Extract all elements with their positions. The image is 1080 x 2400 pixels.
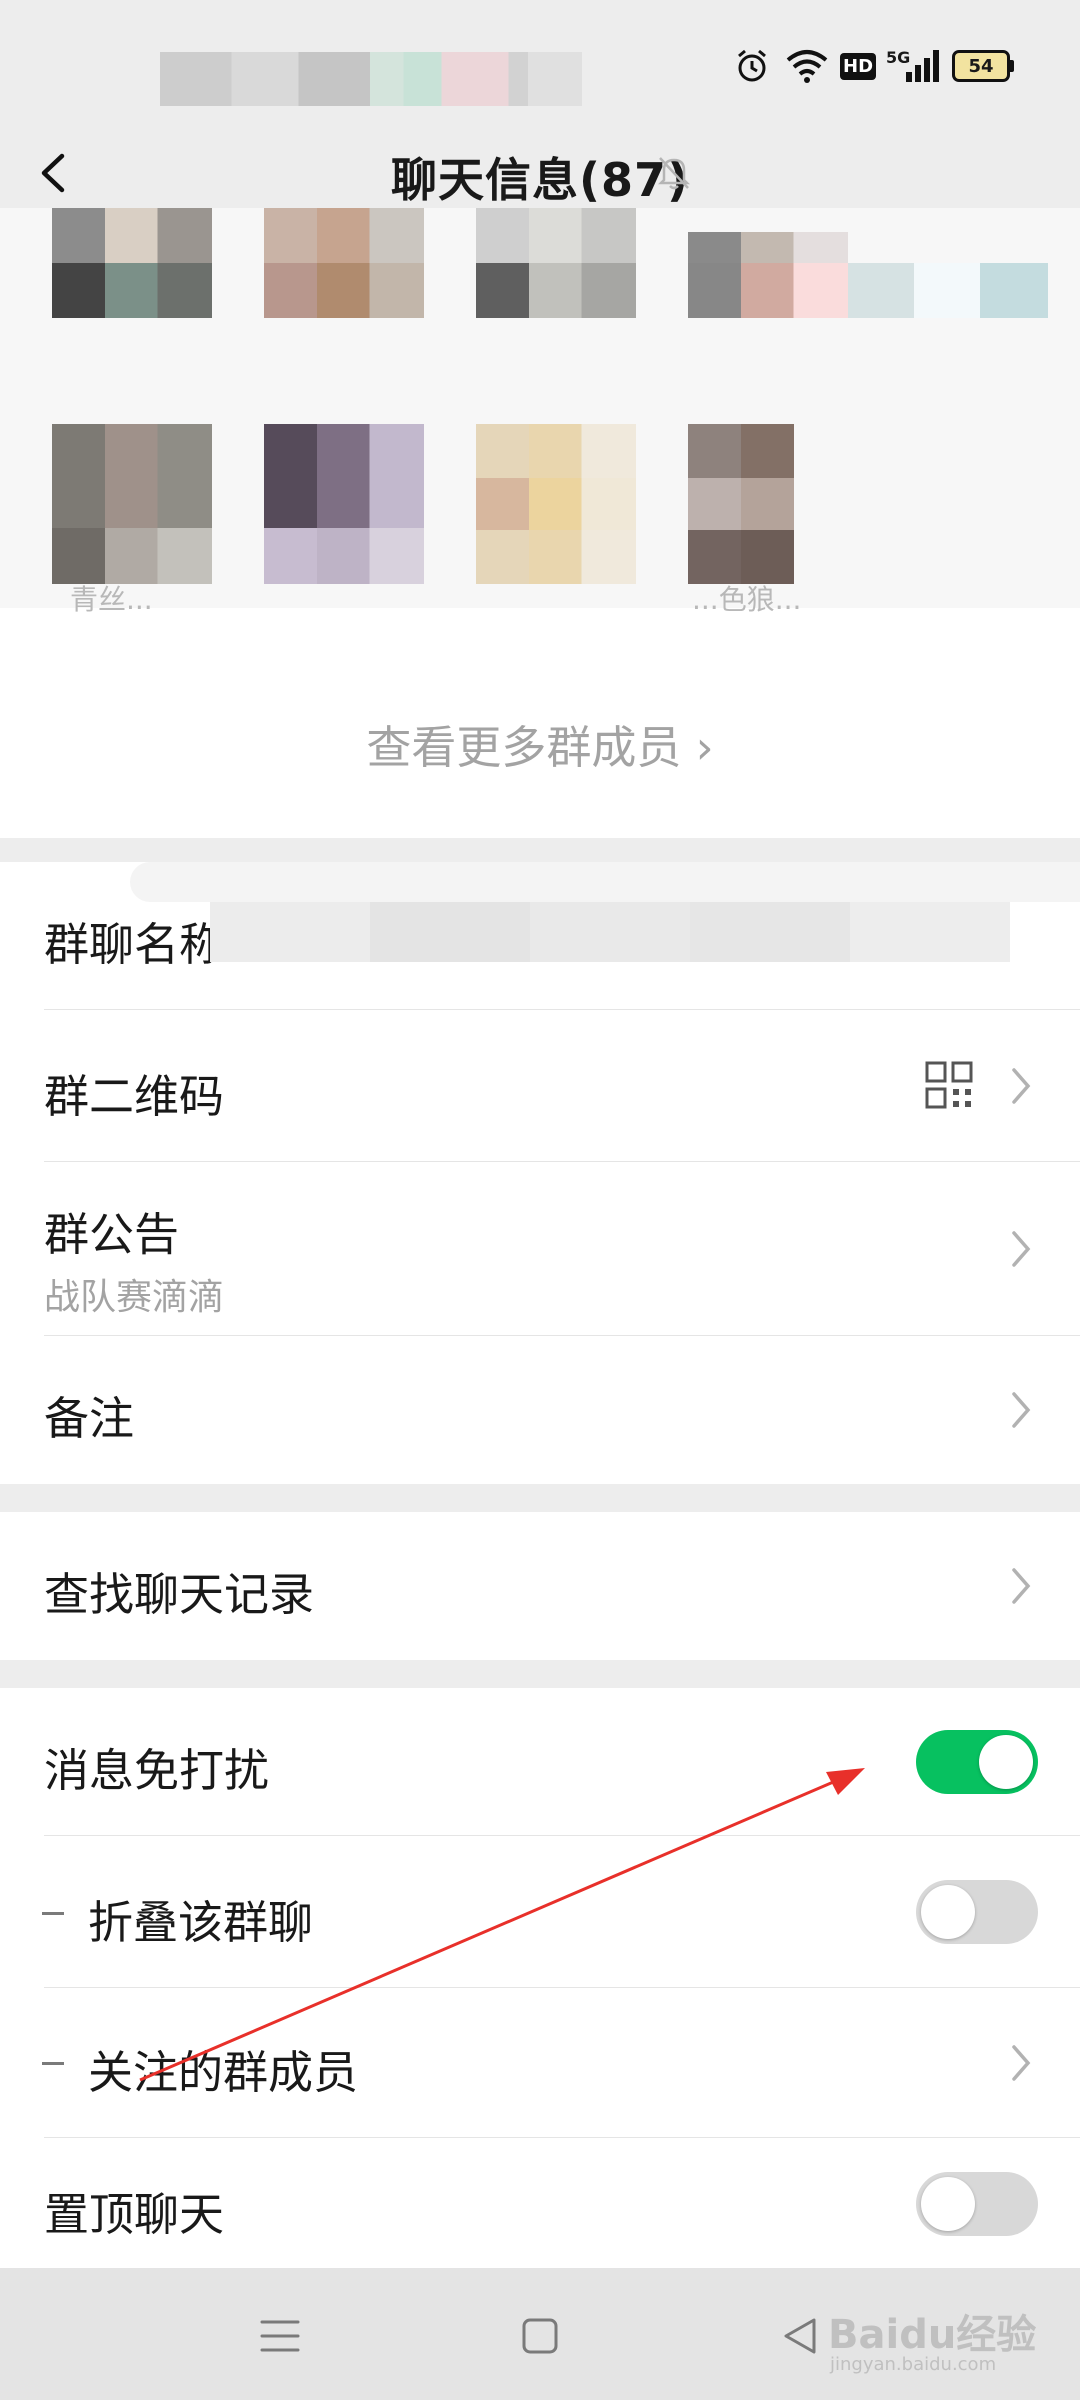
group-notice-label: 群公告 bbox=[44, 1208, 180, 1261]
group-notice-value: 战队赛滴滴 bbox=[44, 1277, 225, 1318]
wifi-icon bbox=[782, 44, 832, 88]
group-name-row[interactable]: 群聊名称 bbox=[0, 862, 1080, 1010]
chevron-right-icon bbox=[1012, 1568, 1031, 1604]
battery-icon: 54 bbox=[952, 44, 1014, 88]
cellular-signal-icon: 5G bbox=[886, 44, 942, 88]
status-bar: HD 5G 54 bbox=[0, 0, 1080, 130]
chevron-right-icon bbox=[1012, 1231, 1031, 1267]
fold-chat-label: 折叠该群聊 bbox=[88, 1896, 314, 1949]
view-more-members-link[interactable]: 查看更多群成员 › bbox=[0, 711, 1080, 781]
group-name-value-blurred bbox=[210, 902, 1010, 962]
blurred-carrier-info bbox=[160, 52, 580, 106]
group-members-panel: 青丝... ...色狼... 查看更多群成员 › bbox=[0, 208, 1080, 838]
muted-bell-icon bbox=[652, 150, 696, 194]
settings-group-search: 查找聊天记录 bbox=[0, 1512, 1080, 1660]
system-navigation-bar: Baidu经验 jingyan.baidu.com bbox=[0, 2268, 1080, 2400]
chevron-right-icon bbox=[1012, 1068, 1031, 1104]
chevron-right-icon bbox=[1012, 1392, 1031, 1428]
chevron-right-icon bbox=[1012, 2045, 1031, 2081]
menu-icon[interactable] bbox=[250, 2306, 310, 2366]
group-notice-row[interactable]: 群公告 战队赛滴滴 bbox=[0, 1162, 1080, 1336]
group-name-label: 群聊名称 bbox=[44, 918, 225, 971]
watermark-logo: Baidu经验 bbox=[828, 2312, 1037, 2358]
group-qr-code-label: 群二维码 bbox=[44, 1070, 225, 1123]
pin-chat-toggle[interactable] bbox=[916, 2172, 1038, 2236]
group-qr-code-row[interactable]: 群二维码 bbox=[0, 1010, 1080, 1162]
page-title: 聊天信息(87) bbox=[390, 153, 690, 207]
followed-members-row[interactable]: 关注的群成员 bbox=[0, 1988, 1080, 2138]
watermark-url: jingyan.baidu.com bbox=[830, 2354, 997, 2375]
nav-bar: 聊天信息(87) bbox=[0, 120, 1080, 220]
fold-chat-row: 折叠该群聊 bbox=[0, 1836, 1080, 1988]
settings-group-info: 群聊名称 群二维码 群公告 战队赛滴滴 备注 bbox=[0, 862, 1080, 1484]
alarm-icon bbox=[730, 44, 774, 88]
mute-notifications-row: 消息免打扰 bbox=[0, 1688, 1080, 1836]
hd-icon: HD bbox=[840, 44, 877, 88]
remark-label: 备注 bbox=[44, 1392, 135, 1445]
member-name-blurred: 青丝... bbox=[70, 583, 153, 616]
qr-code-icon bbox=[925, 1061, 973, 1109]
pin-chat-label: 置顶聊天 bbox=[44, 2188, 225, 2241]
search-chat-history-label: 查找聊天记录 bbox=[44, 1568, 315, 1621]
member-name-blurred: ...色狼... bbox=[692, 583, 802, 616]
followed-members-label: 关注的群成员 bbox=[88, 2046, 359, 2099]
search-chat-history-row[interactable]: 查找聊天记录 bbox=[0, 1512, 1080, 1660]
fold-chat-toggle[interactable] bbox=[916, 1880, 1038, 1944]
settings-group-notifications: 消息免打扰 折叠该群聊 关注的群成员 置顶聊天 bbox=[0, 1688, 1080, 2268]
remark-row[interactable]: 备注 bbox=[0, 1336, 1080, 1484]
mute-notifications-toggle[interactable] bbox=[916, 1730, 1038, 1794]
mute-notifications-label: 消息免打扰 bbox=[44, 1744, 270, 1797]
home-icon[interactable] bbox=[510, 2306, 570, 2366]
pin-chat-row: 置顶聊天 bbox=[0, 2138, 1080, 2268]
back-triangle-icon[interactable] bbox=[770, 2306, 830, 2366]
